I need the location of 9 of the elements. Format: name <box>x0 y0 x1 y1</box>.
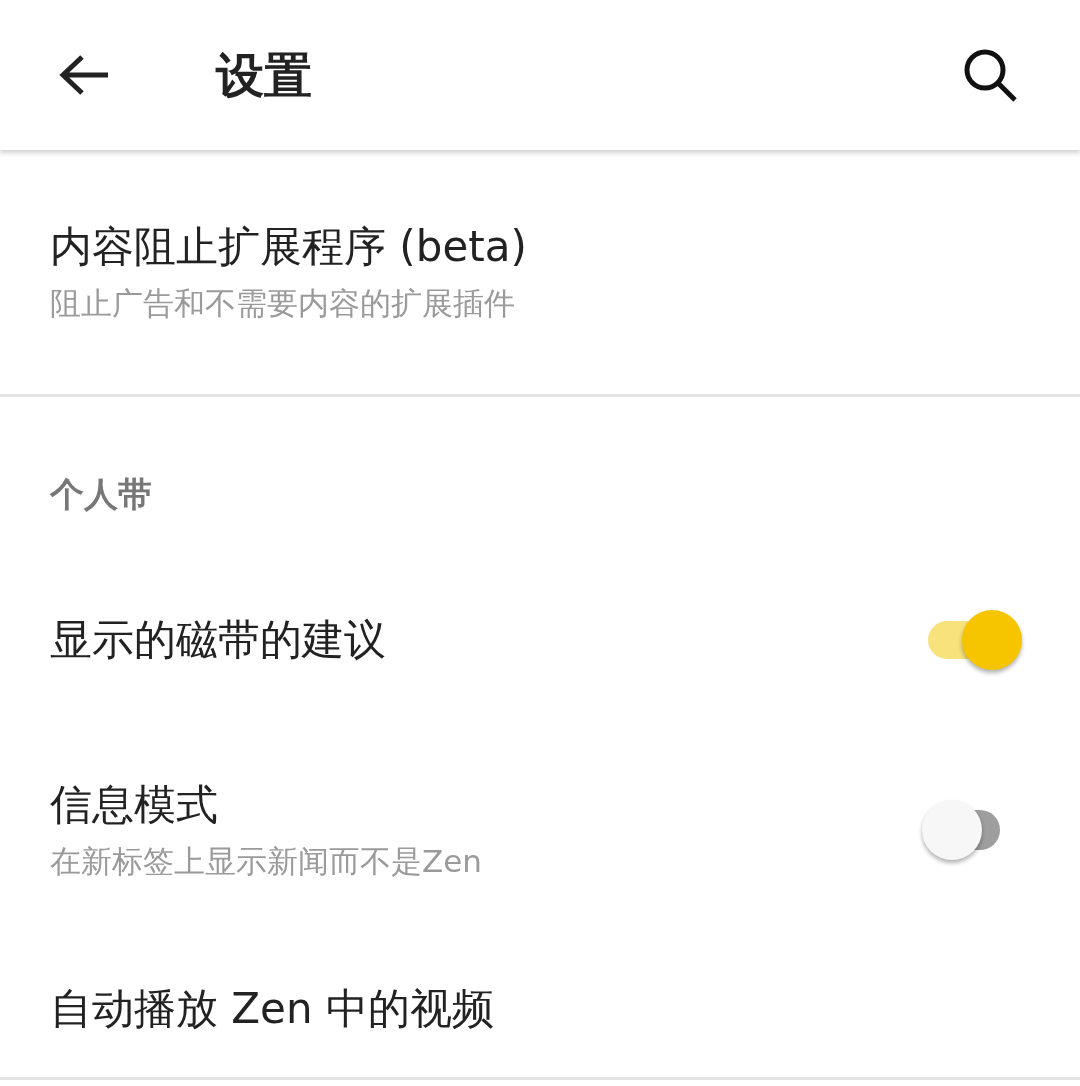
back-arrow-icon <box>58 53 110 97</box>
section-header: 个人带 <box>50 473 153 516</box>
setting-description: 阻止广告和不需要内容的扩展插件 <box>50 284 516 323</box>
setting-title[interactable]: 信息模式 <box>50 776 482 834</box>
setting-title[interactable]: 显示的磁带的建议 <box>50 611 386 669</box>
page-title: 设置 <box>216 46 312 105</box>
setting-description: 在新标签上显示新闻而不是Zen <box>50 842 482 881</box>
setting-title[interactable]: 自动播放 Zen 中的视频 <box>50 979 494 1038</box>
setting-title[interactable]: 内容阻止扩展程序 (beta) <box>50 218 527 276</box>
